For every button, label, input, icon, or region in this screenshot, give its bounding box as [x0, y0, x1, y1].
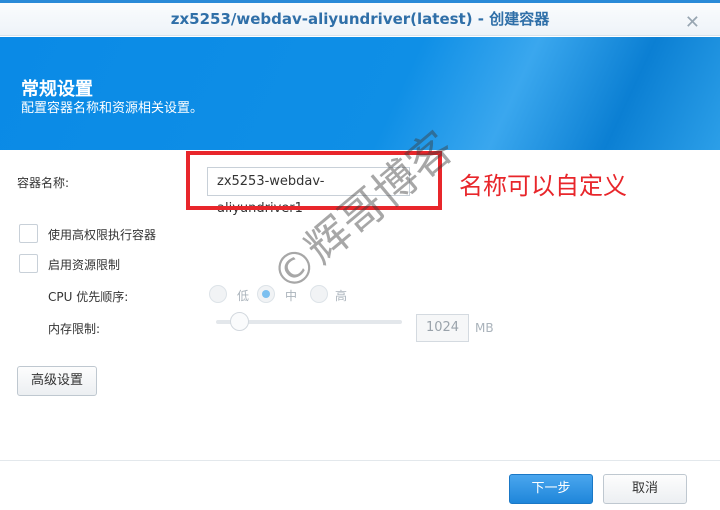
privileged-label: 使用高权限执行容器	[48, 228, 157, 242]
resource-limit-checkbox[interactable]	[19, 254, 38, 273]
container-name-label: 容器名称:	[17, 176, 70, 190]
memory-value-input[interactable]: 1024	[416, 314, 469, 342]
advanced-settings-button[interactable]: 高级设置	[17, 366, 97, 396]
memory-unit: MB	[475, 321, 494, 335]
cpu-radio-high[interactable]	[310, 285, 328, 303]
resource-limit-label: 启用资源限制	[48, 258, 121, 272]
cpu-option-high: 高	[335, 289, 348, 303]
header-banner: 常规设置 配置容器名称和资源相关设置。	[0, 37, 720, 150]
highlight-box	[186, 151, 442, 210]
privileged-checkbox[interactable]	[19, 224, 38, 243]
cpu-radio-medium[interactable]	[257, 285, 275, 303]
cpu-option-medium: 中	[285, 289, 298, 303]
close-icon[interactable]: ✕	[685, 6, 700, 39]
next-button[interactable]: 下一步	[509, 474, 593, 504]
memory-slider-thumb[interactable]	[230, 312, 249, 331]
cpu-priority-label: CPU 优先顺序:	[48, 290, 129, 304]
cpu-radio-low[interactable]	[209, 285, 227, 303]
footer-divider	[0, 460, 720, 461]
annotation-text: 名称可以自定义	[459, 172, 627, 200]
title-bar: zx5253/webdav-aliyundriver(latest) - 创建容…	[0, 3, 720, 36]
window-title: zx5253/webdav-aliyundriver(latest) - 创建容…	[170, 10, 550, 28]
memory-limit-label: 内存限制:	[48, 322, 101, 336]
cpu-option-low: 低	[237, 289, 250, 303]
section-subtitle: 配置容器名称和资源相关设置。	[21, 101, 204, 116]
cancel-button[interactable]: 取消	[603, 474, 687, 504]
